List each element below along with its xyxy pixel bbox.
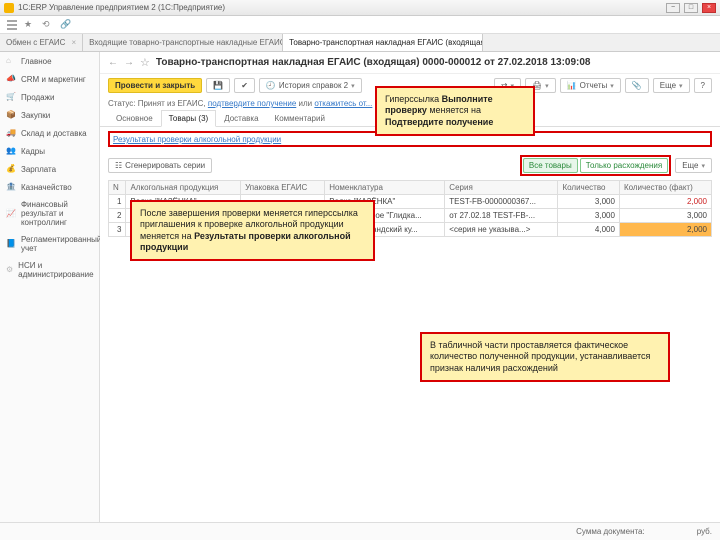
tab-exchange[interactable]: Обмен с ЕГАИС× (0, 34, 83, 51)
cell-qty: 3,000 (558, 195, 619, 209)
col-nom[interactable]: Номенклатура (325, 181, 445, 195)
gen-series-button[interactable]: ☷Сгенерировать серии (108, 158, 212, 173)
sidebar-item-warehouse[interactable]: 🚚Склад и доставка (0, 124, 99, 142)
more-button[interactable]: Еще▾ (653, 78, 690, 93)
sidebar: ⌂Главное 📣CRM и маркетинг 🛒Продажи 📦Заку… (0, 52, 100, 522)
truck-icon: 🚚 (6, 128, 16, 138)
main-toolbar: ★ ⟲ 🔗 (0, 16, 720, 34)
cell-qty: 3,000 (558, 209, 619, 223)
currency: руб. (697, 527, 712, 536)
back-icon[interactable]: ← (108, 57, 118, 68)
tab-ttn[interactable]: Товарно-транспортная накладная ЕГАИС (вх… (283, 34, 483, 51)
clip-icon: 📎 (632, 81, 642, 90)
content-area: ← → ☆ Товарно-транспортная накладная ЕГА… (100, 52, 720, 522)
money-icon: 💰 (6, 164, 16, 174)
cell-ser: TEST-FB-0000000367... (445, 195, 558, 209)
save-button[interactable]: 💾 (206, 78, 230, 93)
sidebar-item-treasury[interactable]: 🏦Казначейство (0, 178, 99, 196)
home-icon: ⌂ (6, 56, 16, 66)
favorite-icon[interactable]: ☆ (140, 56, 150, 69)
col-ser[interactable]: Серия (445, 181, 558, 195)
sidebar-item-nsi[interactable]: ⚙НСИ и администрирование (0, 257, 99, 283)
forward-icon[interactable]: → (124, 57, 134, 68)
sidebar-item-purchases[interactable]: 📦Закупки (0, 106, 99, 124)
save-icon: 💾 (213, 81, 223, 90)
col-n[interactable]: N (109, 181, 126, 195)
sidebar-item-reg[interactable]: 📘Регламентированный учет (0, 231, 99, 257)
sum-label: Сумма документа: (576, 527, 645, 536)
callout-table-fact: В табличной части проставляется фактичес… (420, 332, 670, 382)
callout-results-link: После завершения проверки меняется гипер… (130, 200, 375, 261)
subtab-comment[interactable]: Комментарий (267, 110, 333, 126)
maximize-button[interactable]: □ (684, 3, 698, 13)
menu-icon[interactable] (6, 19, 18, 31)
check-icon: ✔ (241, 81, 248, 90)
reports-button[interactable]: 📊Отчеты▾ (560, 78, 621, 93)
filter-all-button[interactable]: Все товары (523, 158, 578, 173)
app-title: 1С:ERP Управление предприятием 2 (1С:Пре… (18, 3, 666, 12)
sidebar-item-hr[interactable]: 👥Кадры (0, 142, 99, 160)
chart-icon: 📈 (6, 209, 16, 219)
cell-ser: от 27.02.18 TEST-FB-... (445, 209, 558, 223)
subtab-goods[interactable]: Товары (3) (161, 110, 217, 127)
table-more-button[interactable]: Еще▾ (675, 158, 712, 173)
doc-title: Товарно-транспортная накладная ЕГАИС (вх… (156, 57, 712, 68)
bank-icon: 🏦 (6, 182, 16, 192)
cell-fact: 3,000 (619, 209, 711, 223)
sidebar-item-sales[interactable]: 🛒Продажи (0, 88, 99, 106)
refuse-link[interactable]: откажитесь от... (314, 99, 372, 108)
col-fact[interactable]: Количество (факт) (619, 181, 711, 195)
box-icon: 📦 (6, 110, 16, 120)
tab-incoming[interactable]: Входящие товарно-транспортные накладные … (83, 34, 283, 51)
book-icon: 📘 (6, 239, 16, 249)
cell-qty: 4,000 (558, 223, 619, 237)
megaphone-icon: 📣 (6, 74, 16, 84)
sidebar-item-main[interactable]: ⌂Главное (0, 52, 99, 70)
history-icon[interactable]: ⟲ (42, 19, 54, 31)
star-icon[interactable]: ★ (24, 19, 36, 31)
subtab-main[interactable]: Основное (108, 110, 161, 126)
cell-fact: 2,000 (619, 195, 711, 209)
help-button[interactable]: ? (694, 78, 712, 93)
list-icon: ☷ (115, 161, 122, 170)
callout-hyperlink-change: Гиперссылка Выполните проверку меняется … (375, 86, 535, 136)
sidebar-item-fin[interactable]: 📈Финансовый результат и контроллинг (0, 196, 99, 231)
close-icon[interactable]: × (71, 38, 76, 47)
minimize-button[interactable]: − (666, 3, 680, 13)
tabs-row: Обмен с ЕГАИС× Входящие товарно-транспор… (0, 34, 720, 52)
col-alc[interactable]: Алкогольная продукция (126, 181, 241, 195)
people-icon: 👥 (6, 146, 16, 156)
subtab-delivery[interactable]: Доставка (216, 110, 266, 126)
attach-button[interactable]: 📎 (625, 78, 649, 93)
gear-icon: ⚙ (6, 265, 13, 275)
col-pack[interactable]: Упаковка ЕГАИС (241, 181, 325, 195)
titlebar: 1С:ERP Управление предприятием 2 (1С:Пре… (0, 0, 720, 16)
results-link[interactable]: Результаты проверки алкогольной продукци… (113, 135, 281, 144)
close-button[interactable]: × (702, 3, 716, 13)
history-button[interactable]: 🕘История справок 2▾ (259, 78, 362, 93)
cell-n: 1 (109, 195, 126, 209)
clock-icon: 🕘 (266, 81, 276, 90)
confirm-link[interactable]: подтвердите получение (208, 99, 296, 108)
cell-fact: 2,000 (619, 223, 711, 237)
post-button[interactable]: ✔ (234, 78, 255, 93)
filter-diff-button[interactable]: Только расхождения (580, 158, 669, 173)
sidebar-item-crm[interactable]: 📣CRM и маркетинг (0, 70, 99, 88)
sidebar-item-salary[interactable]: 💰Зарплата (0, 160, 99, 178)
post-close-button[interactable]: Провести и закрыть (108, 78, 202, 93)
cart-icon: 🛒 (6, 92, 16, 102)
cell-ser: <серия не указыва...> (445, 223, 558, 237)
cell-n: 3 (109, 223, 126, 237)
cell-n: 2 (109, 209, 126, 223)
link-icon[interactable]: 🔗 (60, 19, 72, 31)
col-qty[interactable]: Количество (558, 181, 619, 195)
footer: Сумма документа: руб. (0, 522, 720, 540)
report-icon: 📊 (567, 81, 577, 90)
app-icon (4, 3, 14, 13)
